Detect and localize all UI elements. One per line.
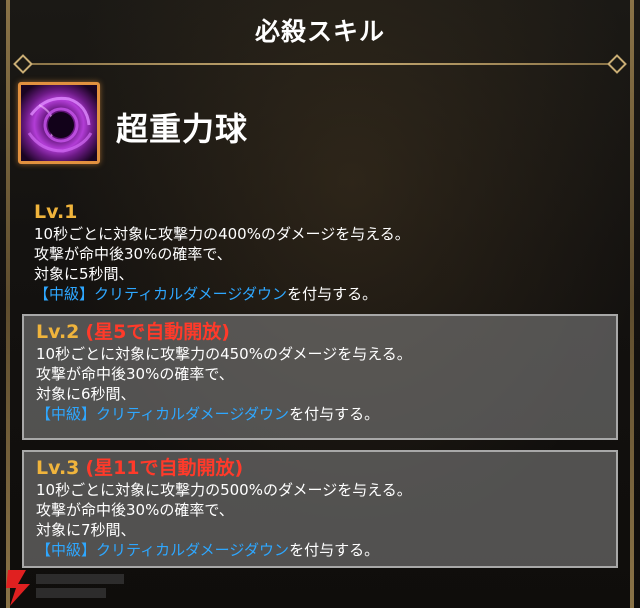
frame-border-right <box>630 0 634 608</box>
level-label: Lv.3 <box>36 457 80 479</box>
level-3-block: Lv.3 (星11で自動開放) 10秒ごとに対象に攻撃力の500%のダメージを与え… <box>22 450 618 568</box>
level-3-chance-text: 攻撃が命中後30%の確率で、 <box>36 501 234 519</box>
effect-suffix: を付与する。 <box>287 285 378 303</box>
debuff-name: 【中級】クリティカルダメージダウン <box>36 405 290 423</box>
unlock-condition: (星11で自動開放) <box>85 457 244 479</box>
watermark-logo <box>6 570 124 606</box>
level-3-damage-text: 10秒ごとに対象に攻撃力の500%のダメージを与える。 <box>36 481 412 499</box>
purple-gravity-orb-icon <box>27 96 93 153</box>
level-2-header: Lv.2 (星5で自動開放) <box>36 320 604 344</box>
level-3-duration-text: 対象に7秒間、 <box>36 521 136 539</box>
level-1-chance-text: 攻撃が命中後30%の確率で、 <box>34 245 232 263</box>
level-3-effect-text: 【中級】クリティカルダメージダウンを付与する。 <box>36 540 604 560</box>
level-1-header: Lv.1 <box>34 200 606 224</box>
divider-ornament-left <box>13 54 33 74</box>
level-3-header: Lv.3 (星11で自動開放) <box>36 456 604 480</box>
level-1-block: Lv.1 10秒ごとに対象に攻撃力の400%のダメージを与える。 攻撃が命中後3… <box>22 196 618 304</box>
level-2-duration-text: 対象に6秒間、 <box>36 385 136 403</box>
unlock-condition: (星5で自動開放) <box>85 321 230 343</box>
level-label: Lv.1 <box>34 201 78 223</box>
divider-ornament-right <box>607 54 627 74</box>
level-label: Lv.2 <box>36 321 80 343</box>
effect-suffix: を付与する。 <box>289 541 380 559</box>
level-1-duration-text: 対象に5秒間、 <box>34 265 134 283</box>
skill-panel: 必殺スキル 超重力球 Lv.1 10秒ごとに対象に攻撃力の400%のダメージを与… <box>0 0 640 608</box>
level-2-damage-text: 10秒ごとに対象に攻撃力の450%のダメージを与える。 <box>36 345 412 363</box>
title-divider <box>24 63 616 65</box>
debuff-name: 【中級】クリティカルダメージダウン <box>36 541 290 559</box>
skill-name: 超重力球 <box>116 110 249 148</box>
frame-border-left <box>6 0 10 608</box>
level-2-block: Lv.2 (星5で自動開放) 10秒ごとに対象に攻撃力の450%のダメージを与える… <box>22 314 618 440</box>
level-1-damage-text: 10秒ごとに対象に攻撃力の400%のダメージを与える。 <box>34 225 410 243</box>
debuff-name: 【中級】クリティカルダメージダウン <box>34 285 288 303</box>
skill-icon <box>18 82 100 164</box>
effect-suffix: を付与する。 <box>289 405 380 423</box>
level-2-chance-text: 攻撃が命中後30%の確率で、 <box>36 365 234 383</box>
level-1-effect-text: 【中級】クリティカルダメージダウンを付与する。 <box>34 284 606 304</box>
panel-title: 必殺スキル <box>254 17 385 46</box>
level-2-effect-text: 【中級】クリティカルダメージダウンを付与する。 <box>36 404 604 424</box>
